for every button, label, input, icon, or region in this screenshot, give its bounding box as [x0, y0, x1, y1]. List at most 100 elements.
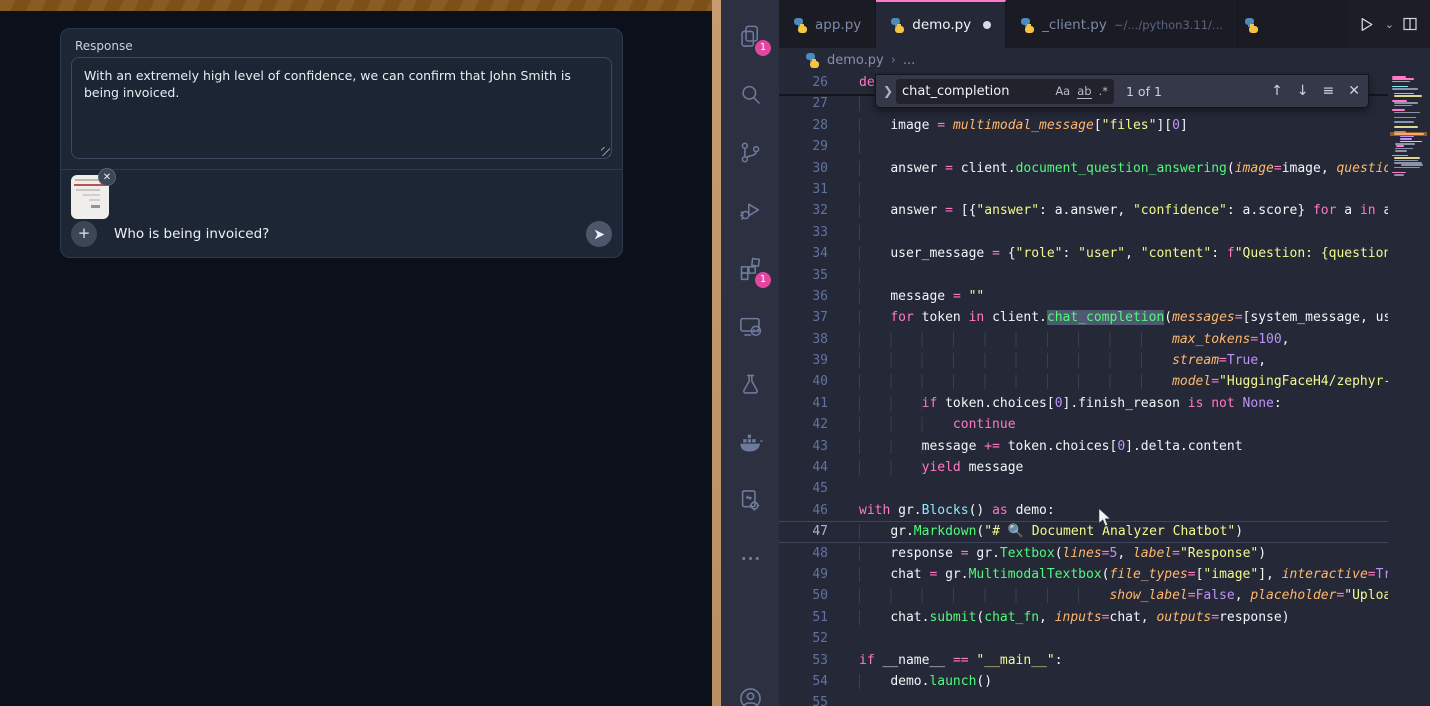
line-number[interactable]: 46	[779, 500, 859, 521]
code-text: model="HuggingFaceH4/zephyr-7b-beta"):	[859, 371, 1430, 392]
line-number[interactable]: 30	[779, 158, 859, 179]
line-number[interactable]: 39	[779, 350, 859, 371]
line-number[interactable]: 41	[779, 393, 859, 414]
code-line-44[interactable]: 44 yield message	[779, 457, 1430, 478]
line-number[interactable]: 45	[779, 478, 859, 499]
code-line-31[interactable]: 31	[779, 179, 1430, 200]
code-line-29[interactable]: 29	[779, 136, 1430, 157]
next-match-button[interactable]: ↓	[1297, 83, 1309, 99]
line-number[interactable]: 32	[779, 200, 859, 221]
tab-demo.py[interactable]: demo.py	[876, 0, 1006, 48]
activity-search-icon[interactable]	[728, 72, 772, 116]
whole-word-toggle[interactable]: ab	[1077, 84, 1091, 99]
line-number[interactable]: 50	[779, 585, 859, 606]
code-line-50[interactable]: 50 show_label=False, placeholder="Upload…	[779, 585, 1430, 606]
line-number[interactable]: 28	[779, 115, 859, 136]
find-in-selection-button[interactable]: ≡	[1323, 83, 1335, 99]
code-line-30[interactable]: 30 answer = client.document_question_ans…	[779, 158, 1430, 179]
activity-file-settings-icon[interactable]	[728, 478, 772, 522]
line-number[interactable]: 40	[779, 371, 859, 392]
activity-docker-icon[interactable]	[728, 420, 772, 464]
code-line-49[interactable]: 49 chat = gr.MultimodalTextbox(file_type…	[779, 564, 1430, 585]
code-line-45[interactable]: 45	[779, 478, 1430, 499]
line-number[interactable]: 35	[779, 265, 859, 286]
code-line-41[interactable]: 41 if token.choices[0].finish_reason is …	[779, 393, 1430, 414]
code-line-39[interactable]: 39 stream=True,	[779, 350, 1430, 371]
breadcrumb[interactable]: demo.py › ...	[779, 48, 1430, 72]
toggle-replace-chevron-icon[interactable]: ❯	[880, 84, 896, 98]
close-find-button[interactable]: ✕	[1348, 83, 1360, 99]
line-number[interactable]: 43	[779, 436, 859, 457]
line-number[interactable]: 47	[779, 522, 859, 541]
find-input[interactable]: chat_completion Aa ab .*	[896, 79, 1114, 104]
code-line-51[interactable]: 51 chat.submit(chat_fn, inputs=chat, out…	[779, 607, 1430, 628]
activity-source-control-icon[interactable]	[728, 130, 772, 174]
code-line-32[interactable]: 32 answer = [{"answer": a.answer, "confi…	[779, 200, 1430, 221]
activity-testing-icon[interactable]	[728, 362, 772, 406]
line-number[interactable]: 37	[779, 307, 859, 328]
activity-more-icon[interactable]	[728, 536, 772, 580]
line-number[interactable]: 53	[779, 650, 859, 671]
code-line-48[interactable]: 48 response = gr.Textbox(lines=5, label=…	[779, 543, 1430, 564]
previous-match-button[interactable]: ↑	[1271, 83, 1283, 99]
run-dropdown-chevron-icon[interactable]: ⌄	[1385, 18, 1394, 31]
line-number[interactable]: 34	[779, 243, 859, 264]
split-editor-button[interactable]	[1402, 16, 1418, 32]
run-python-file-button[interactable]	[1358, 16, 1375, 33]
code-line-34[interactable]: 34 user_message = {"role": "user", "cont…	[779, 243, 1430, 264]
modified-dot-icon[interactable]	[983, 21, 991, 29]
activity-explorer-icon[interactable]: 1	[728, 14, 772, 58]
line-number[interactable]: 36	[779, 286, 859, 307]
match-case-toggle[interactable]: Aa	[1055, 84, 1070, 98]
chat-input[interactable]: Who is being invoiced?	[114, 226, 586, 242]
response-textbox[interactable]: With an extremely high level of confiden…	[71, 57, 612, 159]
code-line-37[interactable]: 37 for token in client.chat_completion(m…	[779, 307, 1430, 328]
line-number[interactable]: 33	[779, 222, 859, 243]
code-editor[interactable]: 26def chat_fn(multimodal_message):27 28 …	[779, 72, 1430, 706]
find-query[interactable]: chat_completion	[902, 84, 1048, 99]
breadcrumb-symbol[interactable]: ...	[903, 53, 915, 68]
line-number[interactable]: 29	[779, 136, 859, 157]
add-file-button[interactable]: +	[71, 221, 97, 247]
line-number[interactable]: 31	[779, 179, 859, 200]
code-line-55[interactable]: 55	[779, 692, 1430, 706]
resize-handle[interactable]	[601, 147, 610, 156]
regex-toggle[interactable]: .*	[1099, 84, 1108, 98]
line-number[interactable]: 38	[779, 329, 859, 350]
line-number[interactable]: 54	[779, 671, 859, 692]
line-number[interactable]: 27	[779, 93, 859, 114]
line-number[interactable]: 51	[779, 607, 859, 628]
code-line-35[interactable]: 35	[779, 265, 1430, 286]
line-number[interactable]: 55	[779, 692, 859, 706]
line-number[interactable]: 42	[779, 414, 859, 435]
code-line-42[interactable]: 42 continue	[779, 414, 1430, 435]
send-button[interactable]	[586, 221, 612, 247]
tab-_client.py[interactable]: _client.py~/.../python3.11/...	[1006, 0, 1238, 48]
activity-account-icon[interactable]	[728, 676, 772, 706]
tab-app.py[interactable]: app.py	[779, 0, 876, 48]
activity-run-debug-icon[interactable]	[728, 188, 772, 232]
remove-image-button[interactable]: ✕	[98, 168, 116, 186]
line-number[interactable]: 52	[779, 628, 859, 649]
breadcrumb-separator-icon: ›	[891, 53, 896, 68]
minimap[interactable]	[1388, 72, 1430, 706]
code-line-38[interactable]: 38 max_tokens=100,	[779, 329, 1430, 350]
tab-partial[interactable]	[1238, 0, 1258, 48]
breadcrumb-file[interactable]: demo.py	[827, 53, 884, 68]
minimap-line	[1392, 172, 1406, 174]
activity-remote-explorer-icon[interactable]	[728, 304, 772, 348]
code-line-52[interactable]: 52	[779, 628, 1430, 649]
line-number[interactable]: 49	[779, 564, 859, 585]
line-number[interactable]: 26	[779, 72, 859, 93]
code-line-28[interactable]: 28 image = multimodal_message["files"][0…	[779, 115, 1430, 136]
line-number[interactable]: 44	[779, 457, 859, 478]
code-line-33[interactable]: 33	[779, 222, 1430, 243]
code-line-54[interactable]: 54 demo.launch()	[779, 671, 1430, 692]
code-line-53[interactable]: 53if __name__ == "__main__":	[779, 650, 1430, 671]
code-line-36[interactable]: 36 message = ""	[779, 286, 1430, 307]
minimap-line	[1392, 100, 1407, 102]
activity-extensions-icon[interactable]: 1	[728, 246, 772, 290]
code-line-40[interactable]: 40 model="HuggingFaceH4/zephyr-7b-beta")…	[779, 371, 1430, 392]
line-number[interactable]: 48	[779, 543, 859, 564]
code-line-43[interactable]: 43 message += token.choices[0].delta.con…	[779, 436, 1430, 457]
